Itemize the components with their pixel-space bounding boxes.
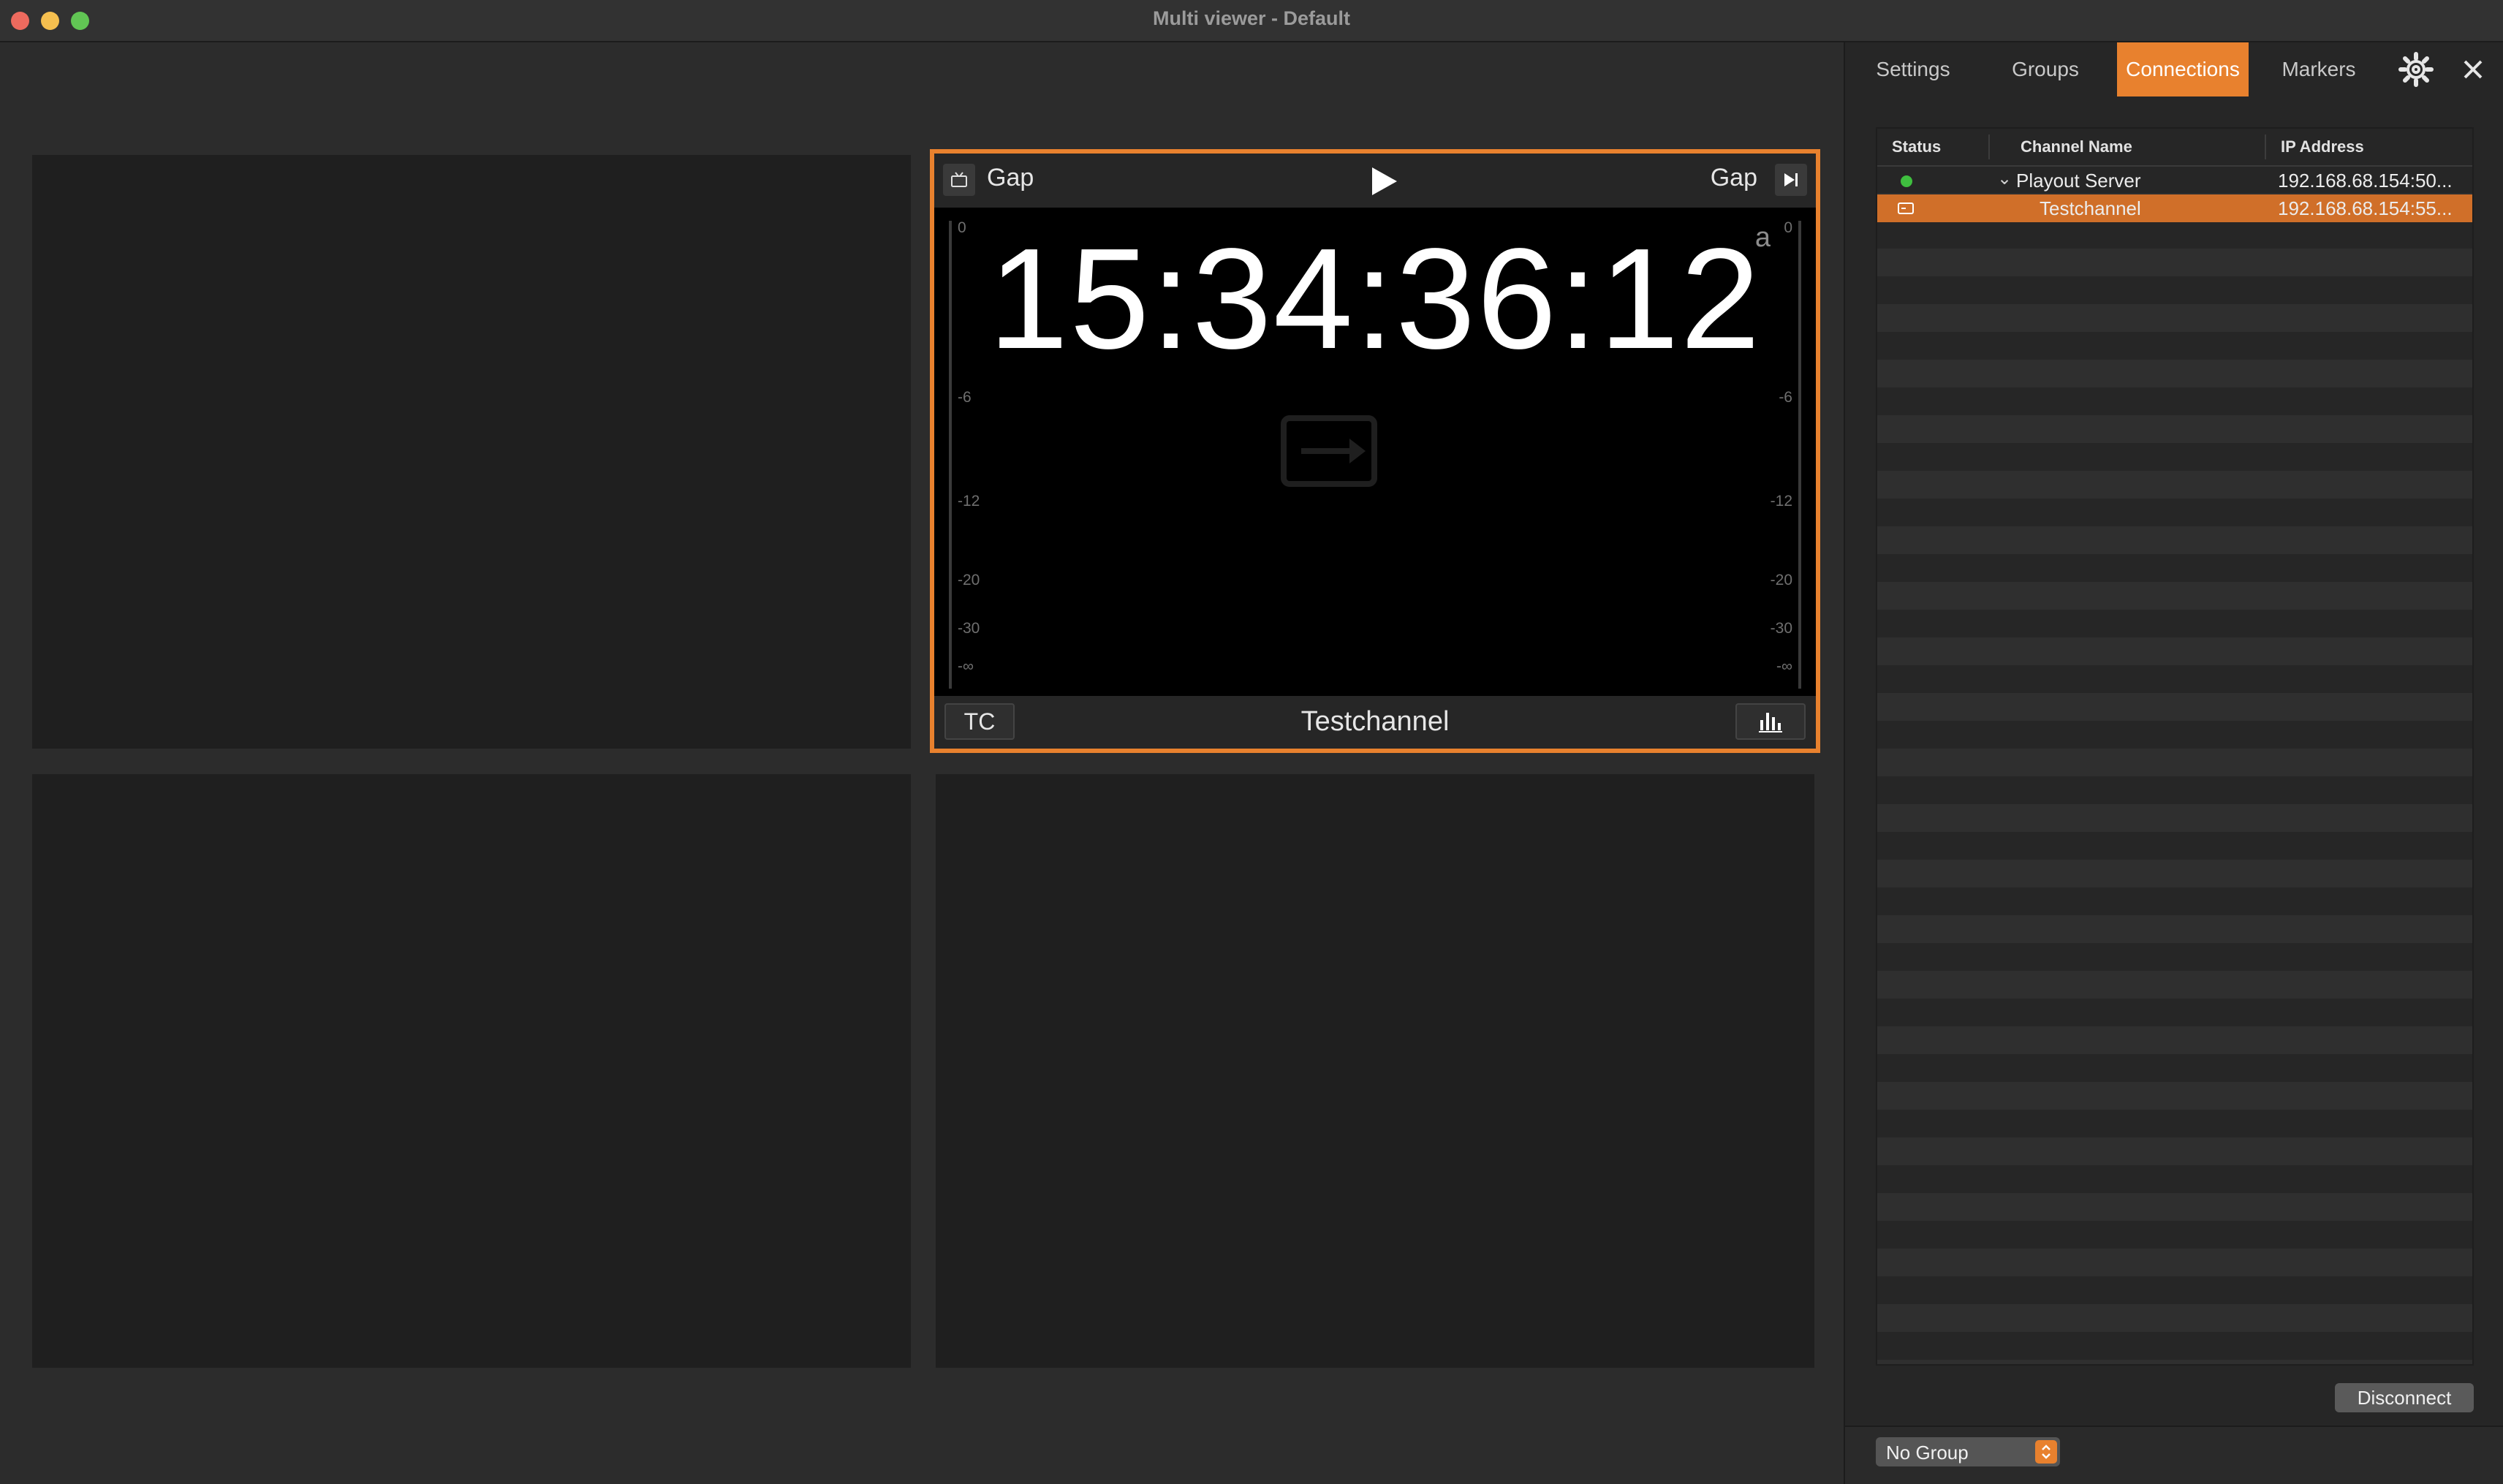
current-item-label: Gap xyxy=(987,164,1034,192)
viewer-tile-empty[interactable] xyxy=(32,774,911,1368)
group-select-value: No Group xyxy=(1886,1442,1969,1464)
meter-tick: -12 xyxy=(1770,493,1792,510)
viewer-tile-active[interactable]: Gap Gap 15:34:36:12 a 0 -6 -12 -20 -30 -… xyxy=(930,149,1820,753)
channel-name-label: Testchannel xyxy=(1300,706,1450,737)
meter-tick: -30 xyxy=(958,620,980,637)
meter-tick: -12 xyxy=(958,493,980,510)
meter-tick: 0 xyxy=(958,219,966,236)
window-title: Multi viewer - Default xyxy=(1152,7,1351,29)
status-connected-icon xyxy=(1901,175,1912,187)
multiviewer-grid: Gap Gap 15:34:36:12 a 0 -6 -12 -20 -30 -… xyxy=(0,42,1844,1484)
row-ip-address: 192.168.68.154:50... xyxy=(2278,170,2453,192)
meter-tick: -20 xyxy=(958,572,980,588)
tab-markers[interactable]: Markers xyxy=(2254,42,2383,96)
skip-next-icon[interactable] xyxy=(1775,164,1807,196)
disconnect-button[interactable]: Disconnect xyxy=(2335,1383,2474,1412)
table-header: Status Channel Name IP Address xyxy=(1877,129,2472,167)
row-channel-name: Playout Server xyxy=(2016,170,2141,192)
row-channel-name: Testchannel xyxy=(2040,197,2141,219)
select-arrows-icon xyxy=(2035,1440,2057,1464)
next-item-label: Gap xyxy=(1710,164,1757,192)
meter-tick: -∞ xyxy=(1776,658,1792,675)
close-icon[interactable] xyxy=(2458,54,2488,85)
audio-meter-right: 0 -6 -12 -20 -30 -∞ xyxy=(1762,219,1806,689)
meter-tick: -∞ xyxy=(958,658,974,675)
tab-connections[interactable]: Connections xyxy=(2117,42,2249,96)
chevron-down-icon[interactable]: ⌄ xyxy=(1997,168,2012,189)
signal-watermark-icon xyxy=(1281,415,1377,487)
tab-settings[interactable]: Settings xyxy=(1845,42,1981,96)
row-ip-address: 192.168.68.154:55... xyxy=(2278,197,2453,219)
tile-footer: TC Testchannel xyxy=(934,696,1816,749)
viewer-tile-empty[interactable] xyxy=(32,155,911,749)
column-header-channel-name[interactable]: Channel Name xyxy=(2021,137,2132,156)
viewer-tile-empty[interactable] xyxy=(936,774,1814,1368)
group-select[interactable]: No Group xyxy=(1876,1437,2060,1466)
column-header-ip-address[interactable]: IP Address xyxy=(2281,137,2364,156)
connections-table: Status Channel Name IP Address ⌄ Playout… xyxy=(1876,127,2474,1366)
timecode-display: 15:34:36:12 xyxy=(988,219,1762,379)
table-row-selected[interactable]: Testchannel 192.168.68.154:55... xyxy=(1877,194,2472,222)
meter-tick: -6 xyxy=(958,389,972,406)
side-panel: Settings Groups Connections Markers Stat… xyxy=(1844,42,2503,1484)
monitor-icon[interactable] xyxy=(943,164,975,196)
audio-meter-left: 0 -6 -12 -20 -30 -∞ xyxy=(944,219,988,689)
tab-groups[interactable]: Groups xyxy=(1981,42,2110,96)
table-row[interactable]: ⌄ Playout Server 192.168.68.154:50... xyxy=(1877,167,2472,194)
panel-tabs: Settings Groups Connections Markers xyxy=(1845,42,2503,99)
meter-tick: -30 xyxy=(1770,620,1792,637)
play-icon[interactable] xyxy=(1366,165,1401,197)
gear-icon[interactable] xyxy=(2398,51,2434,88)
video-preview: 15:34:36:12 a 0 -6 -12 -20 -30 -∞ 0 -6 -… xyxy=(934,208,1816,696)
meter-tick: -6 xyxy=(1779,389,1792,406)
table-body xyxy=(1877,165,2472,1364)
tile-header: Gap Gap xyxy=(934,154,1816,208)
meter-tick: -20 xyxy=(1770,572,1792,588)
channel-icon xyxy=(1898,202,1914,214)
column-header-status[interactable]: Status xyxy=(1892,137,1941,156)
meter-tick: 0 xyxy=(1784,219,1792,236)
title-bar: Multi viewer - Default xyxy=(0,0,2503,42)
audio-meter-icon[interactable] xyxy=(1735,703,1806,740)
